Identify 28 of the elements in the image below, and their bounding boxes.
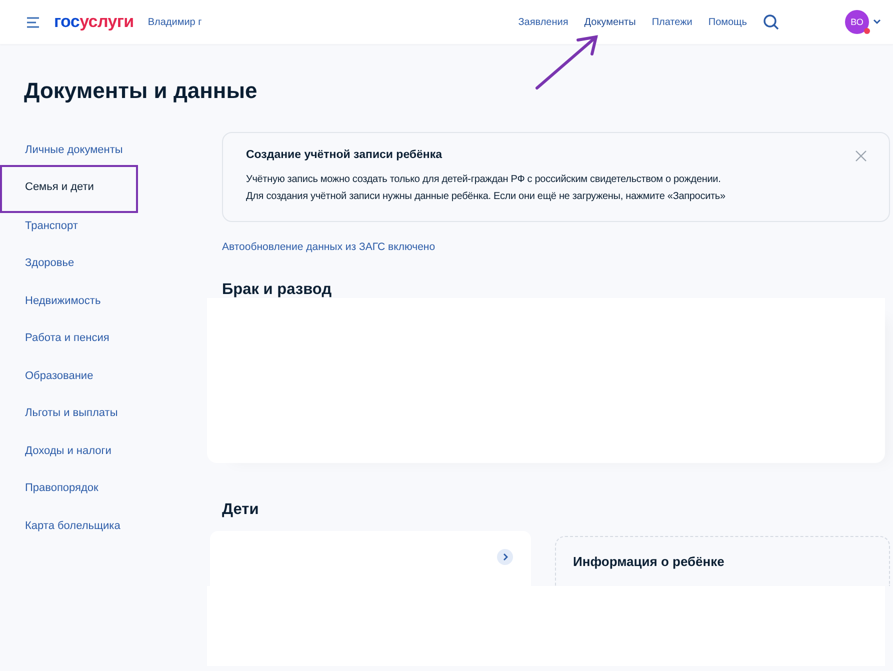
sidebar-item[interactable]: Недвижимость <box>0 282 126 320</box>
sidebar-item[interactable]: Работа и пенсия <box>0 320 134 358</box>
user-name[interactable]: Владимир г <box>148 16 202 28</box>
notice-text: Учётную запись можно создать только для детей-граждан РФ с российским свидетельством о рождении. <box>246 173 722 187</box>
nav-link[interactable]: Платежи <box>652 16 692 28</box>
search-icon[interactable] <box>763 14 779 30</box>
section-title: Дети <box>222 501 260 518</box>
page-title: Документы и данные <box>24 78 258 104</box>
sidebar-item[interactable]: Здоровье <box>0 245 100 282</box>
logo[interactable]: госуслуги <box>54 12 134 32</box>
sidebar-item[interactable]: Образование <box>0 358 118 395</box>
sidebar-item[interactable]: Семья и дети <box>0 164 138 212</box>
sidebar-item[interactable]: Правопорядок <box>0 470 124 508</box>
notice-title: Создание учётной записи ребёнка <box>246 149 442 161</box>
chevron-down-icon[interactable] <box>873 19 881 25</box>
nav-link[interactable]: Документы <box>584 16 636 28</box>
autoupdate-link[interactable]: Автообновление данных из ЗАГС включено <box>222 241 890 253</box>
user-avatar[interactable]: ВО <box>845 10 869 34</box>
nav-link[interactable]: Заявления <box>518 16 568 28</box>
nav-link[interactable]: Помощь <box>708 16 747 28</box>
sidebar-item[interactable]: Льготы и выплаты <box>0 395 143 432</box>
notice-text: Для создания учётной записи нужны данные ребёнка. Если они ещё не загружены, нажмите «Запросить» <box>246 190 726 204</box>
sidebar-item[interactable]: Карта болельщика <box>0 508 146 545</box>
menu-icon[interactable] <box>26 16 40 28</box>
info-card-title: Информация о ребёнке <box>573 554 724 569</box>
sidebar-item[interactable]: Доходы и налоги <box>0 432 136 470</box>
chevron-right-icon[interactable] <box>497 549 513 565</box>
section-title: Брак и развод <box>222 281 333 298</box>
